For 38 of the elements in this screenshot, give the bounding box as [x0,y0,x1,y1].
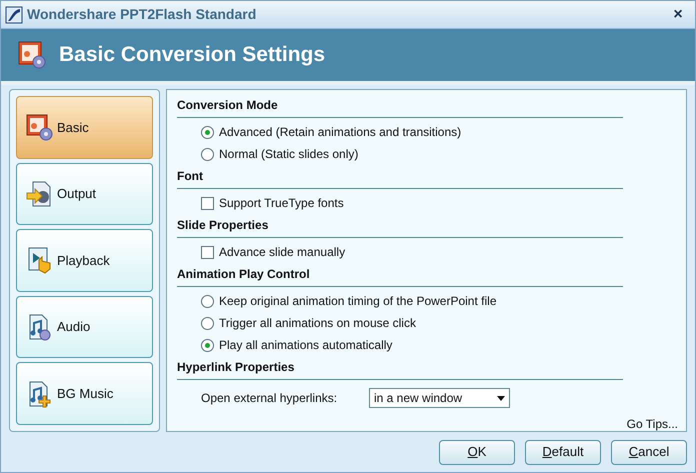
window-title: Wondershare PPT2Flash Standard [27,5,256,24]
checkbox[interactable] [201,246,214,258]
sidebar-item[interactable]: Output [16,162,153,226]
slide-gear-icon [25,113,53,142]
radio-label: Keep original animation timing of the PowerPoint file [219,293,496,310]
header-title: Basic Conversion Settings [59,42,326,68]
radio-label: Advanced (Retain animations and transitions) [219,124,462,141]
app-icon [5,6,23,24]
dropdown[interactable]: in a new window [369,388,510,408]
dialog-button[interactable]: Cancel [611,440,687,464]
slide-gear-icon [17,40,47,70]
dialog-button[interactable]: OK [439,440,515,464]
close-button[interactable]: × [669,6,687,24]
radio-button[interactable] [201,148,214,160]
sidebar-item[interactable]: Audio [16,296,153,358]
tips-link[interactable]: Go Tips... [626,415,678,433]
checkbox[interactable] [201,196,214,210]
radio-button[interactable] [201,316,214,330]
section-heading: Conversion Mode [177,96,623,118]
radio-button[interactable] [201,294,214,308]
dialog-button[interactable]: Default [525,440,601,464]
section-heading: Animation Play Control [177,265,623,287]
radio-label: Normal (Static slides only) [219,146,358,163]
radio-label: Trigger all animations on mouse click [219,315,416,332]
radio-label: Play all animations automatically [219,337,392,354]
sidebar-item[interactable]: Playback [16,229,153,292]
field-label: Open external hyperlinks: [201,390,338,407]
radio-button[interactable] [201,126,214,138]
section-heading: Hyperlink Properties [177,358,623,380]
checkbox-label: Support TrueType fonts [219,195,344,212]
file-arrow-icon [25,180,53,208]
section-heading: Font [177,167,623,189]
radio-button[interactable] [201,338,214,352]
sidebar-item[interactable]: BG Music [16,362,153,425]
checkbox-label: Advance slide manually [219,244,346,261]
section-heading: Slide Properties [177,216,623,238]
dropdown-arrow-icon [497,396,505,400]
sidebar-item[interactable]: Basic [16,96,153,159]
